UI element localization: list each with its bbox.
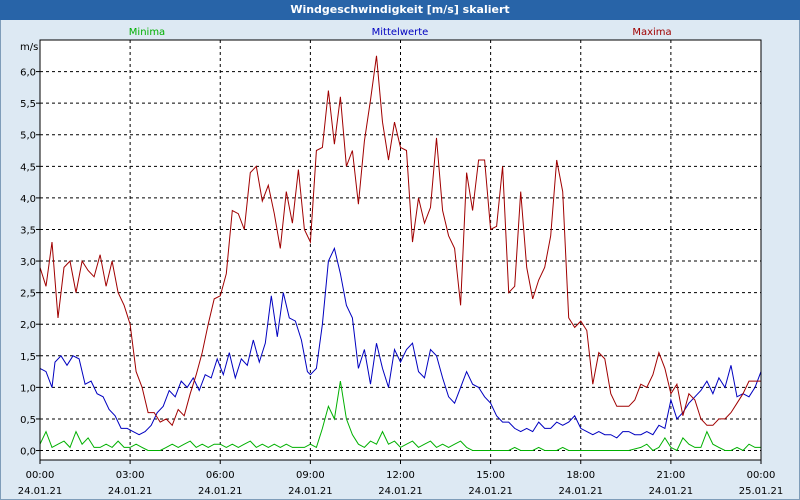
x-tick-time: 15:00 [476,470,505,481]
y-tick-label: 5,5 [20,99,36,110]
wind-chart: 0,00,51,01,52,02,53,03,54,04,55,05,56,0 … [18,27,784,497]
y-tick-label: 3,5 [20,225,36,236]
x-tick-time: 03:00 [116,470,145,481]
y-tick-label: 3,0 [20,257,36,268]
legend-mean: Mittelwerte [372,27,429,38]
x-tick-date: 25.01.21 [739,486,784,497]
y-tick-label: 5,0 [20,131,36,142]
y-tick-label: 0,5 [20,415,36,426]
y-axis-ticks: 0,0 0,5 1,0 1,5 2,0 2,5 3,0 3,5 4,0 4,5 5,0 5,5 6,0 [20,68,40,458]
x-tick-date: 24.01.21 [108,486,153,497]
x-axis-ticks: 00:00 24.01.21 03:00 24.01.21 06:00 24.01.21 0… [18,460,784,497]
y-tick-label: 6,0 [20,68,36,79]
x-tick-date: 24.01.21 [288,486,333,497]
x-tick-time: 00:00 [26,470,55,481]
x-tick-date: 24.01.21 [18,486,63,497]
y-tick-label: 1,5 [20,352,36,363]
x-tick-time: 21:00 [656,470,685,481]
y-tick-label: 1,0 [20,383,36,394]
y-tick-label: 2,0 [20,320,36,331]
x-tick-time: 18:00 [566,470,595,481]
x-tick-time: 09:00 [296,470,325,481]
y-tick-label: 2,5 [20,289,36,300]
y-axis-label: m/s [20,42,38,53]
x-tick-date: 24.01.21 [558,486,603,497]
x-tick-time: 12:00 [386,470,415,481]
x-tick-date: 24.01.21 [378,486,423,497]
y-tick-label: 4,5 [20,162,36,173]
x-tick-date: 24.01.21 [468,486,513,497]
legend-min: Minima [129,27,165,38]
y-tick-label: 4,0 [20,194,36,205]
x-tick-date: 24.01.21 [649,486,694,497]
legend-max: Maxima [632,27,671,38]
legend: Minima Mittelwerte Maxima [129,27,672,38]
x-tick-date: 24.01.21 [198,486,243,497]
y-tick-label: 0,0 [20,447,36,458]
x-tick-time: 06:00 [206,470,235,481]
x-tick-time: 00:00 [747,470,776,481]
